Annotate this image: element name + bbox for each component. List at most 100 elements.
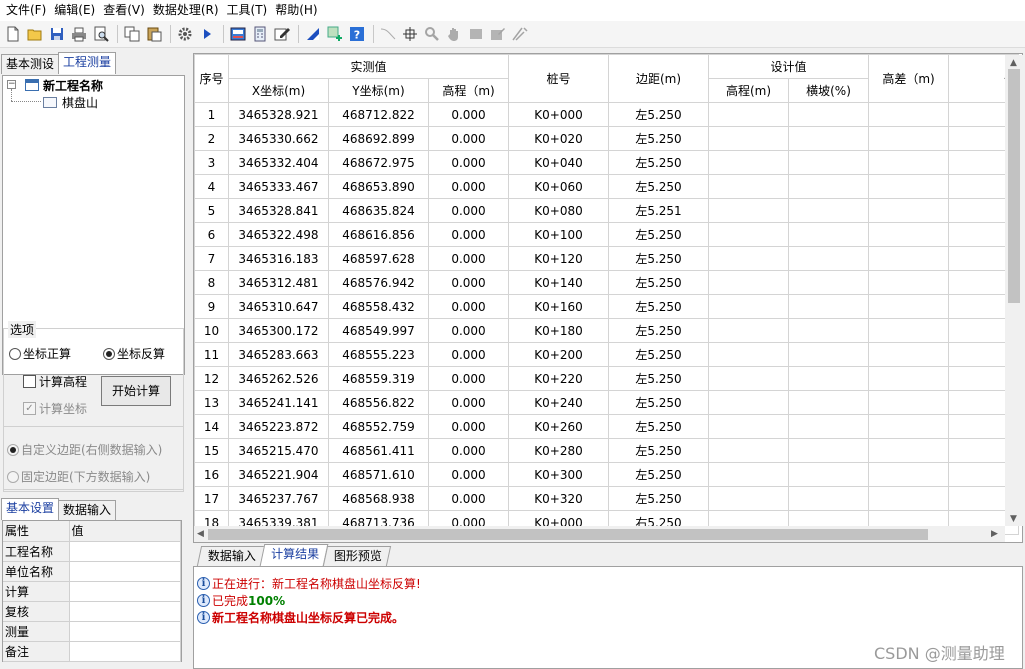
table-row[interactable]: 10 3465300.172 468549.997 0.000 K0+180 左5.250 xyxy=(194,318,1019,343)
cell-empty[interactable] xyxy=(868,174,949,199)
cell-offset[interactable]: 左5.251 xyxy=(608,198,709,223)
cell-empty[interactable] xyxy=(868,486,949,511)
cell-empty[interactable] xyxy=(708,438,789,463)
cell-seq[interactable]: 14 xyxy=(194,414,229,439)
cell-offset[interactable]: 左5.250 xyxy=(608,270,709,295)
cell-seq[interactable]: 13 xyxy=(194,390,229,415)
help-icon[interactable]: ? xyxy=(347,24,367,44)
hand-icon[interactable] xyxy=(444,24,464,44)
cell-y[interactable]: 468549.997 xyxy=(328,318,429,343)
cell-empty[interactable] xyxy=(788,390,869,415)
cell-empty[interactable] xyxy=(788,438,869,463)
col-header-seq[interactable]: 序号 xyxy=(194,54,229,103)
cell-seq[interactable]: 15 xyxy=(194,438,229,463)
table-row[interactable]: 14 3465223.872 468552.759 0.000 K0+260 左5.250 xyxy=(194,414,1019,439)
cell-seq[interactable]: 5 xyxy=(194,198,229,223)
cell-station[interactable]: K0+000 xyxy=(508,102,609,127)
cell-station[interactable]: K0+220 xyxy=(508,366,609,391)
table-row[interactable]: 1 3465328.921 468712.822 0.000 K0+000 左5.250 xyxy=(194,102,1019,127)
cell-station[interactable]: K0+300 xyxy=(508,462,609,487)
cell-station[interactable]: K0+160 xyxy=(508,294,609,319)
cell-y[interactable]: 468556.822 xyxy=(328,390,429,415)
vertical-scroll-thumb[interactable] xyxy=(1008,69,1020,303)
table-row[interactable]: 17 3465237.767 468568.938 0.000 K0+320 左5.250 xyxy=(194,486,1019,511)
scroll-down-icon[interactable]: ▼ xyxy=(1010,514,1017,524)
horizontal-scrollbar[interactable]: ◀ ▶ xyxy=(194,526,1005,542)
checkbox-calc-height[interactable]: 计算高程 xyxy=(23,373,87,390)
table-row[interactable]: 8 3465312.481 468576.942 0.000 K0+140 左5.250 xyxy=(194,270,1019,295)
table-row[interactable]: 7 3465316.183 468597.628 0.000 K0+120 左5.250 xyxy=(194,246,1019,271)
cell-y[interactable]: 468561.411 xyxy=(328,438,429,463)
cell-height[interactable]: 0.000 xyxy=(428,486,509,511)
cell-y[interactable]: 468712.822 xyxy=(328,102,429,127)
cell-station[interactable]: K0+120 xyxy=(508,246,609,271)
cell-x[interactable]: 3465221.904 xyxy=(228,462,329,487)
tab-basic-settings[interactable]: 基本设置 xyxy=(1,498,60,520)
cell-station[interactable]: K0+040 xyxy=(508,150,609,175)
crosshair-icon[interactable] xyxy=(400,24,420,44)
cell-seq[interactable]: 6 xyxy=(194,222,229,247)
print-preview-icon[interactable] xyxy=(91,24,111,44)
cell-empty[interactable] xyxy=(788,342,869,367)
cell-offset[interactable]: 左5.250 xyxy=(608,174,709,199)
cell-empty[interactable] xyxy=(708,294,789,319)
cell-height[interactable]: 0.000 xyxy=(428,198,509,223)
edit-box-icon[interactable] xyxy=(488,24,508,44)
cell-empty[interactable] xyxy=(868,390,949,415)
cell-height[interactable]: 0.000 xyxy=(428,390,509,415)
cell-seq[interactable]: 16 xyxy=(194,462,229,487)
cell-height[interactable]: 0.000 xyxy=(428,246,509,271)
cell-x[interactable]: 3465328.841 xyxy=(228,198,329,223)
property-value[interactable] xyxy=(69,621,181,642)
cell-offset[interactable]: 左5.250 xyxy=(608,366,709,391)
cell-station[interactable]: K0+100 xyxy=(508,222,609,247)
table-row[interactable]: 12 3465262.526 468559.319 0.000 K0+220 左5.250 xyxy=(194,366,1019,391)
cell-empty[interactable] xyxy=(868,462,949,487)
col-header-offset[interactable]: 边距(m) xyxy=(608,54,709,103)
col-header-height[interactable]: 高程（m) xyxy=(428,78,509,103)
cell-height[interactable]: 0.000 xyxy=(428,150,509,175)
cell-seq[interactable]: 9 xyxy=(194,294,229,319)
cell-empty[interactable] xyxy=(708,414,789,439)
cell-x[interactable]: 3465322.498 xyxy=(228,222,329,247)
col-header-height-diff[interactable]: 高差（m) xyxy=(868,54,949,103)
cell-offset[interactable]: 左5.250 xyxy=(608,486,709,511)
cell-offset[interactable]: 左5.250 xyxy=(608,222,709,247)
cell-empty[interactable] xyxy=(708,342,789,367)
cell-station[interactable]: K0+240 xyxy=(508,390,609,415)
col-header-design-height[interactable]: 高程(m) xyxy=(708,78,789,103)
cell-empty[interactable] xyxy=(788,318,869,343)
radio-custom-margin[interactable]: 自定义边距(右侧数据输入) xyxy=(7,441,162,458)
curve-icon[interactable] xyxy=(378,24,398,44)
radio-inverse-calc[interactable]: 坐标反算 xyxy=(103,345,165,362)
tree-node-root[interactable]: 新工程名称 xyxy=(25,77,103,93)
cell-empty[interactable] xyxy=(868,294,949,319)
cell-empty[interactable] xyxy=(868,438,949,463)
cell-empty[interactable] xyxy=(788,126,869,151)
cell-empty[interactable] xyxy=(788,102,869,127)
horizontal-scroll-thumb[interactable] xyxy=(208,529,928,540)
cell-x[interactable]: 3465310.647 xyxy=(228,294,329,319)
image-icon[interactable] xyxy=(228,24,248,44)
cell-y[interactable]: 468597.628 xyxy=(328,246,429,271)
cell-empty[interactable] xyxy=(788,462,869,487)
col-header-slope[interactable]: 横坡(%) xyxy=(788,78,869,103)
cell-height[interactable]: 0.000 xyxy=(428,318,509,343)
cell-seq[interactable]: 8 xyxy=(194,270,229,295)
cell-empty[interactable] xyxy=(868,342,949,367)
save-icon[interactable] xyxy=(47,24,67,44)
tree-expand-icon[interactable]: − xyxy=(7,80,16,89)
cell-empty[interactable] xyxy=(708,222,789,247)
cell-y[interactable]: 468552.759 xyxy=(328,414,429,439)
cell-x[interactable]: 3465215.470 xyxy=(228,438,329,463)
cell-x[interactable]: 3465223.872 xyxy=(228,414,329,439)
col-header-y[interactable]: Y坐标(m) xyxy=(328,78,429,103)
cell-station[interactable]: K0+140 xyxy=(508,270,609,295)
cell-x[interactable]: 3465241.141 xyxy=(228,390,329,415)
cell-height[interactable]: 0.000 xyxy=(428,438,509,463)
cell-seq[interactable]: 7 xyxy=(194,246,229,271)
property-row[interactable]: 测量 xyxy=(3,621,181,642)
tab-data-input[interactable]: 数据输入 xyxy=(196,546,266,566)
property-value[interactable] xyxy=(69,641,181,662)
property-row[interactable]: 计算 xyxy=(3,581,181,602)
